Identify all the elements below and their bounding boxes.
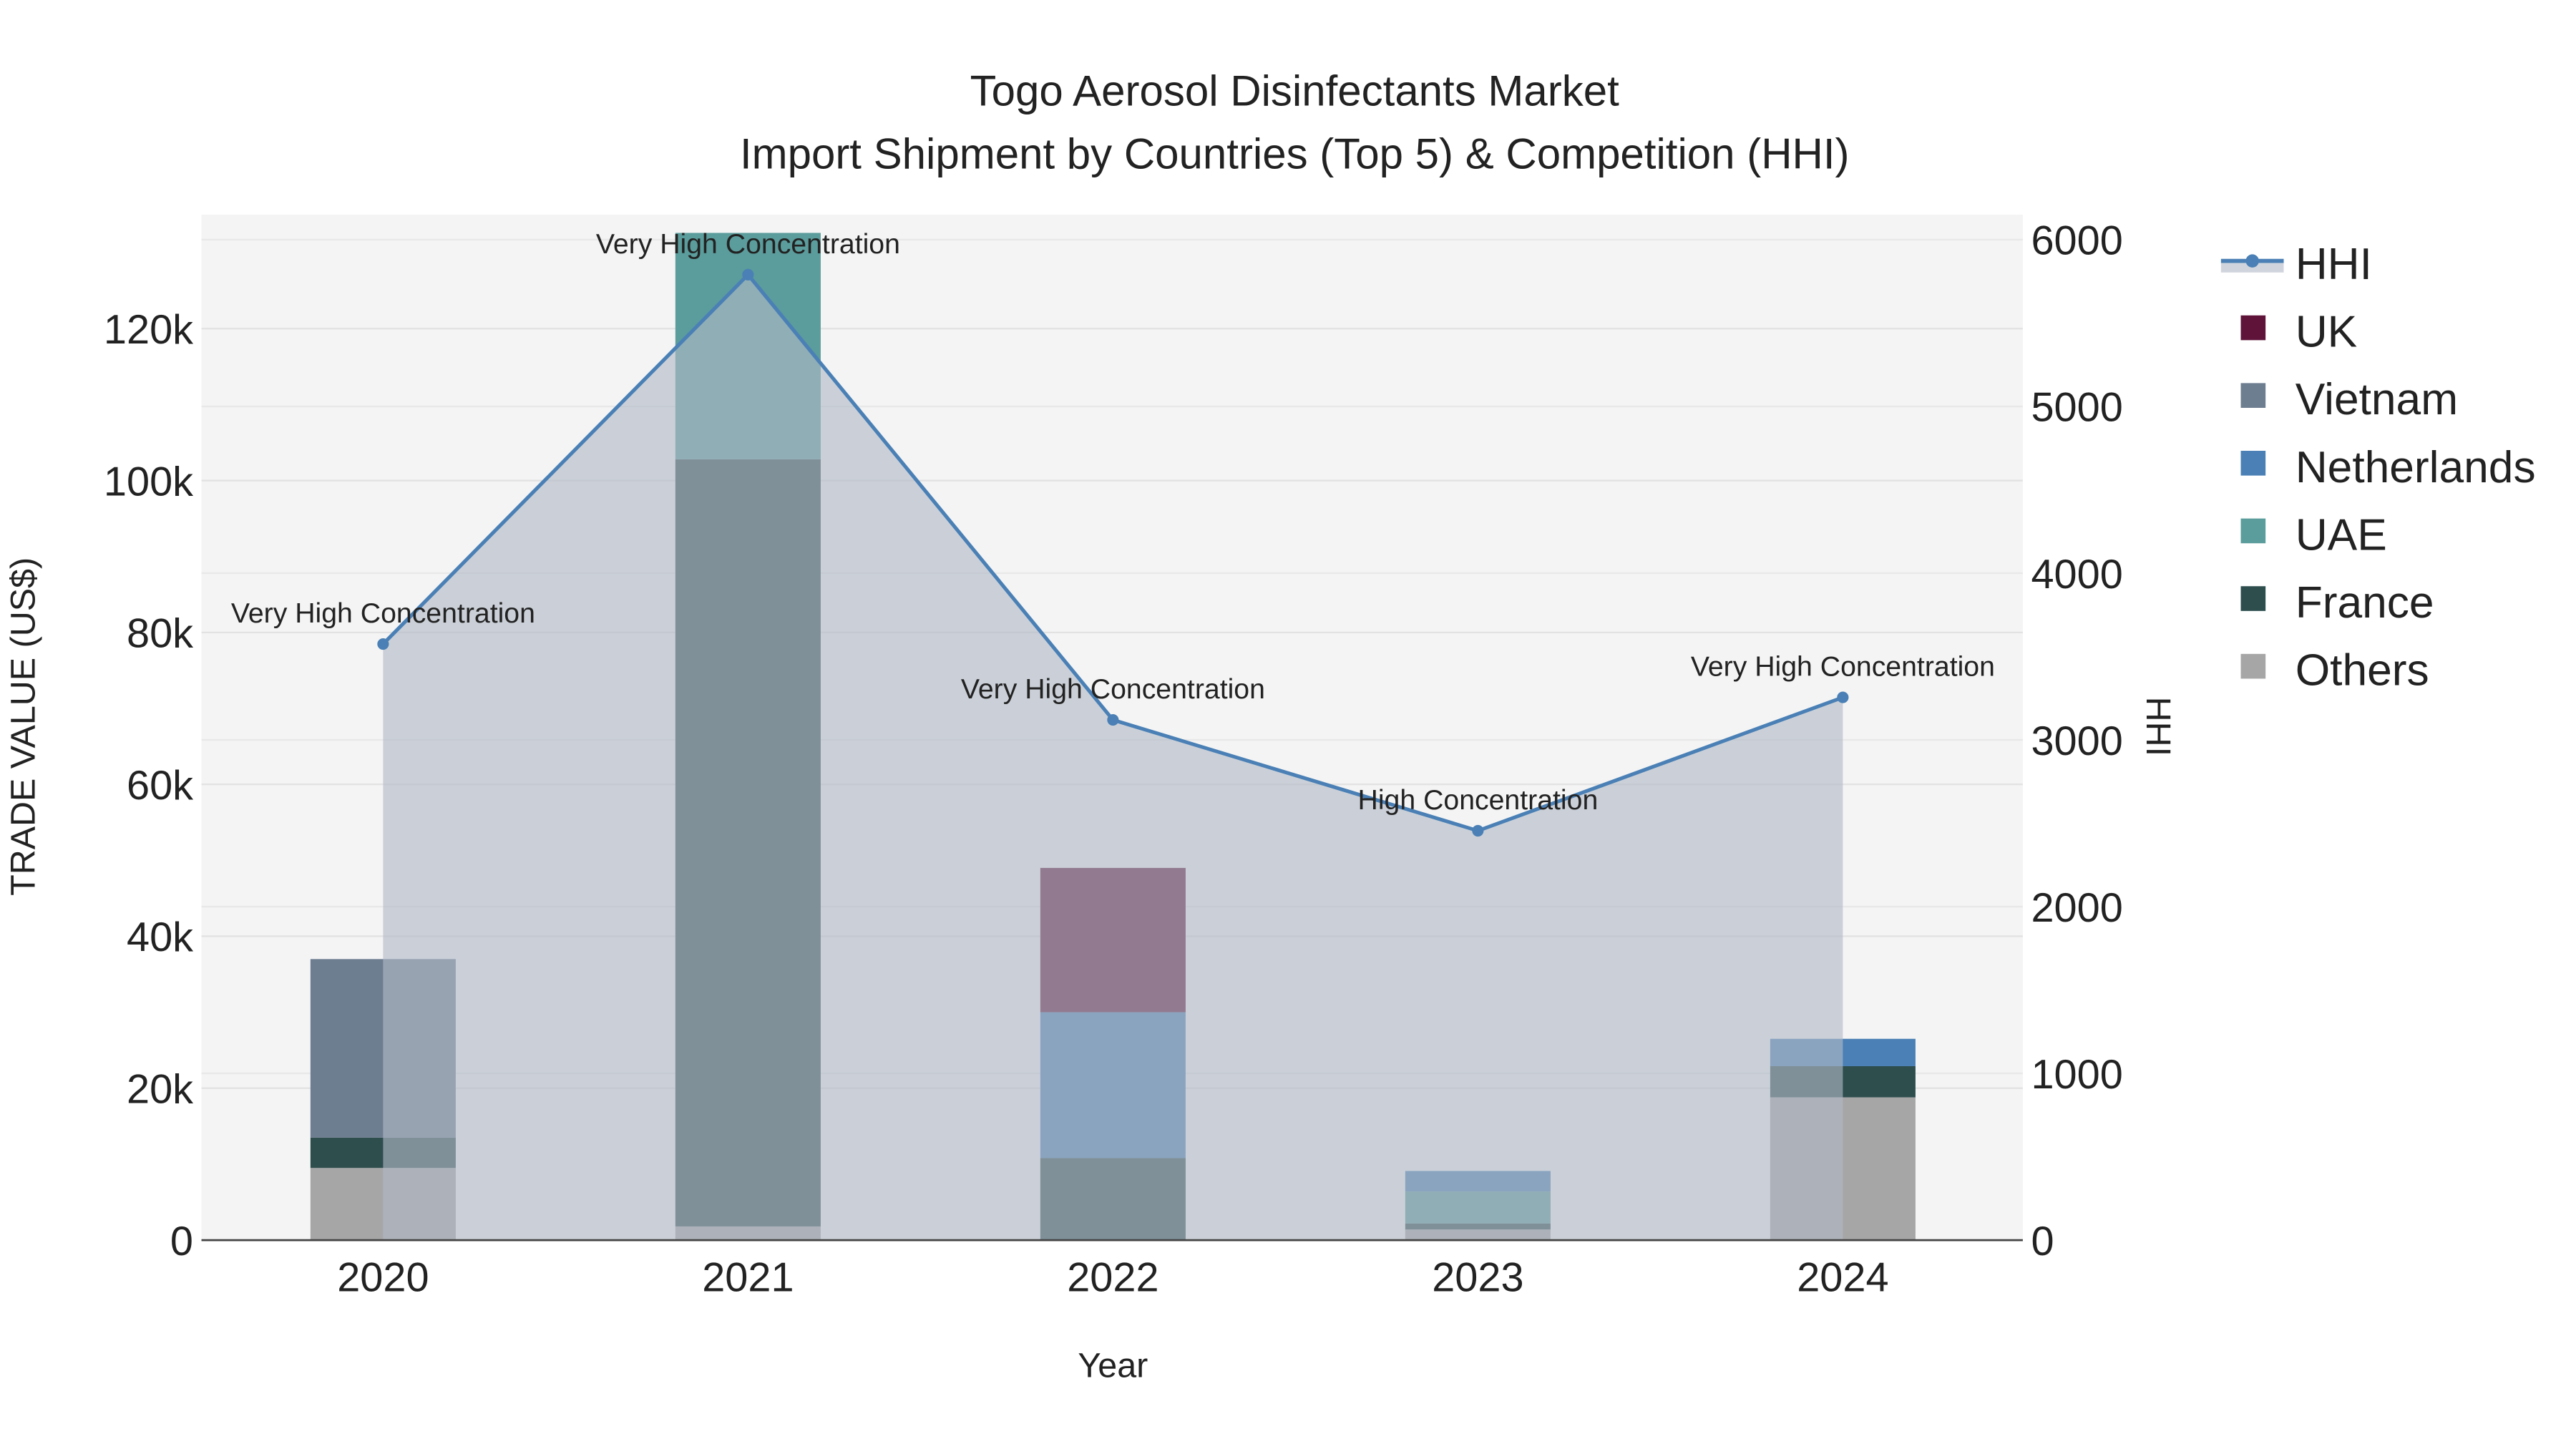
legend-label-hhi: HHI	[2296, 240, 2372, 289]
y2-tick-label: 0	[2031, 1219, 2054, 1264]
y2-tick-label: 2000	[2031, 885, 2122, 931]
y2-tick-label: 3000	[2031, 718, 2122, 764]
hhi-point	[1107, 713, 1119, 726]
legend-swatch-vietnam	[2240, 383, 2266, 408]
y2-axis-ticks: 0 1000 2000 3000 4000 5000 6000	[2031, 218, 2122, 1264]
legend-hhi-marker	[2245, 254, 2259, 268]
y-tick-label: 20k	[127, 1067, 193, 1113]
hhi-annotation: Very High Concentration	[231, 597, 535, 629]
y-tick-label: 120k	[104, 307, 193, 353]
x-axis-label: Year	[1078, 1347, 1148, 1385]
legend-label-france: France	[2296, 578, 2434, 628]
legend-label-uae: UAE	[2296, 510, 2387, 560]
hhi-annotation: Very High Concentration	[961, 673, 1265, 705]
y2-tick-label: 4000	[2031, 552, 2122, 597]
hhi-point	[1837, 691, 1849, 703]
legend-swatch-netherlands	[2240, 451, 2266, 476]
y-tick-label: 100k	[104, 459, 193, 504]
x-tick-label: 2024	[1797, 1255, 1888, 1301]
chart-title: Togo Aerosol Disinfectants Market	[970, 67, 1619, 115]
hhi-point	[377, 638, 389, 650]
y-axis-ticks: 0 20k 40k 60k 80k 100k 120k	[104, 307, 193, 1264]
legend-swatch-others	[2240, 653, 2266, 679]
legend-swatch-uae	[2240, 518, 2266, 544]
x-tick-label: 2021	[702, 1255, 794, 1301]
hhi-point	[742, 268, 754, 280]
legend-swatch-france	[2240, 586, 2266, 611]
chart: Very High Concentration Very High Concent…	[4, 67, 2536, 1385]
legend-label-others: Others	[2296, 646, 2429, 696]
legend-label-vietnam: Vietnam	[2296, 375, 2458, 424]
y-tick-label: 40k	[127, 914, 193, 960]
y2-axis-label: HHI	[2139, 697, 2177, 756]
y-tick-label: 60k	[127, 763, 193, 809]
legend-label-netherlands: Netherlands	[2296, 443, 2536, 492]
y2-tick-label: 6000	[2031, 218, 2122, 264]
x-tick-label: 2020	[337, 1255, 429, 1301]
hhi-annotation: Very High Concentration	[1691, 651, 1995, 683]
x-tick-label: 2022	[1067, 1255, 1158, 1301]
x-tick-label: 2023	[1432, 1255, 1523, 1301]
y-tick-label: 0	[170, 1219, 193, 1264]
legend: HHI UK Vietnam Netherlands UAE France Others	[2220, 240, 2536, 696]
chart-subtitle: Import Shipment by Countries (Top 5) & C…	[740, 130, 1850, 177]
legend-label-uk: UK	[2296, 308, 2358, 357]
x-axis-ticks: 2020 2021 2022 2023 2024	[337, 1255, 1888, 1301]
hhi-annotation: Very High Concentration	[596, 228, 900, 260]
y2-tick-label: 5000	[2031, 385, 2122, 431]
y-axis-label: TRADE VALUE (US$)	[4, 557, 42, 896]
legend-swatch-uk	[2240, 315, 2266, 341]
hhi-point	[1472, 824, 1484, 837]
hhi-annotation: High Concentration	[1358, 784, 1599, 816]
y-tick-label: 80k	[127, 611, 193, 657]
y2-tick-label: 1000	[2031, 1052, 2122, 1098]
